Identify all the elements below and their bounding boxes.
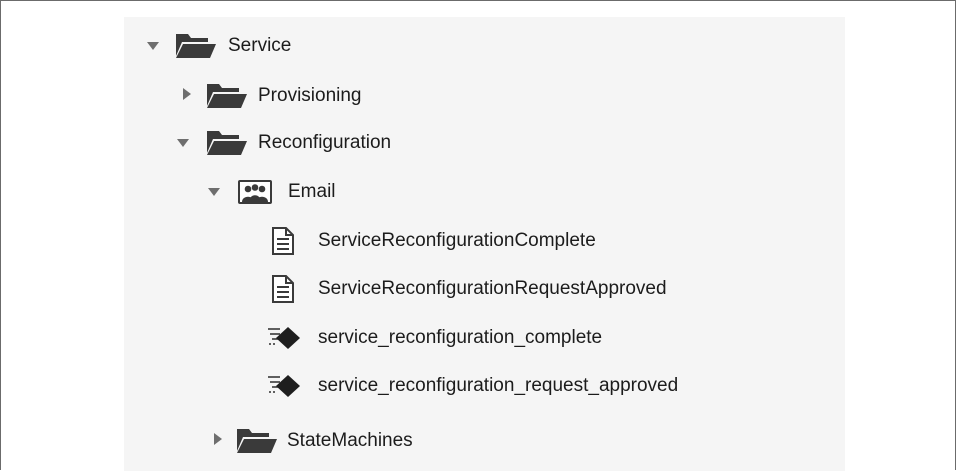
tree-node-email[interactable]: Email (124, 177, 724, 207)
tree-node-provisioning[interactable]: Provisioning (124, 81, 724, 111)
group-icon (238, 180, 272, 204)
tree-label-provisioning: Provisioning (258, 85, 362, 106)
tree-label-service: Service (228, 35, 292, 56)
tree-node-statemachines[interactable]: StateMachines (124, 426, 724, 456)
tree-label-item: ServiceReconfigurationRequestApproved (318, 278, 667, 299)
tree-label-statemachines: StateMachines (287, 430, 413, 451)
tree-label-item: service_reconfiguration_request_approved (318, 375, 679, 396)
tree-label-item: service_reconfiguration_complete (318, 327, 603, 348)
chevron-down-icon[interactable] (207, 185, 221, 199)
tree-label-item: ServiceReconfigurationComplete (318, 230, 596, 251)
tree-item-method[interactable]: service_reconfiguration_request_approved (124, 371, 764, 401)
chevron-right-icon[interactable] (180, 87, 194, 101)
folder-open-icon (237, 429, 277, 453)
tree-item-document[interactable]: ServiceReconfigurationComplete (124, 226, 744, 256)
document-icon (272, 227, 294, 255)
tree-label-reconfiguration: Reconfiguration (258, 132, 392, 153)
tree-label-email: Email (288, 181, 336, 202)
diamond-method-icon (268, 375, 300, 397)
chevron-down-icon[interactable] (176, 136, 190, 150)
automation-tree: Service Provisioning Reconfiguration Ema… (124, 17, 845, 471)
folder-open-icon (176, 34, 216, 58)
tree-item-method[interactable]: service_reconfiguration_complete (124, 323, 744, 353)
chevron-down-icon[interactable] (146, 39, 160, 53)
tree-node-service[interactable]: Service (124, 31, 724, 61)
folder-open-icon (207, 84, 247, 108)
chevron-right-icon[interactable] (211, 432, 225, 446)
folder-open-icon (207, 131, 247, 155)
diamond-method-icon (268, 327, 300, 349)
document-icon (272, 275, 294, 303)
tree-item-document[interactable]: ServiceReconfigurationRequestApproved (124, 274, 764, 304)
tree-node-reconfiguration[interactable]: Reconfiguration (124, 128, 724, 158)
